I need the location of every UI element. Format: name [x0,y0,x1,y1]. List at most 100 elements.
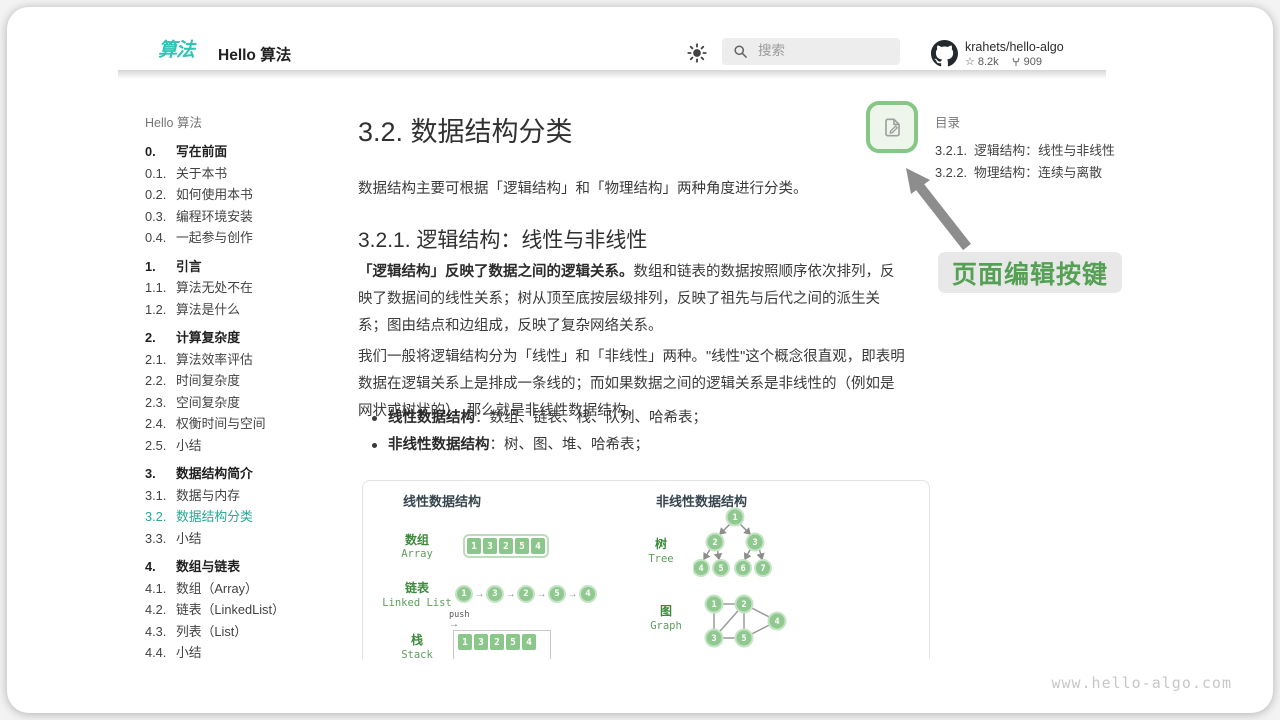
sidebar-heading: Hello 算法 [145,112,345,131]
linked-list-graphic: 1 3 2 5 4 [455,585,597,603]
graph-graphic: 1 2 3 5 4 [698,586,793,656]
repo-stats: ☆ 8.2k 909 [965,55,1042,68]
array-sublabel: Array [362,548,472,560]
sidebar-item[interactable]: 4.1.数组（Array） [145,578,345,600]
github-repo-link[interactable]: krahets/hello-algo ☆ 8.2k 909 [931,39,1101,69]
stack-cell: 5 [506,634,520,650]
array-cell: 5 [515,538,529,554]
tree-node: 4 [698,564,703,574]
annotation-arrow-icon [890,158,982,256]
list-item: 非线性数据结构：树、图、堆、哈希表； [372,437,912,453]
list-node: 4 [579,585,597,603]
graph-label: 图 [636,602,696,619]
sidebar-item[interactable]: 0.2.如何使用本书 [145,184,345,206]
stack-cell: 1 [458,634,472,650]
sidebar-item[interactable]: 2.1.算法效率评估 [145,349,345,371]
graph-node: 3 [711,634,716,644]
data-structure-figure: 线性数据结构 非线性数据结构 数组 Array 13254 链表 Linked … [362,480,930,659]
site-title[interactable]: Hello 算法 [218,43,291,65]
figure-left-title: 线性数据结构 [403,491,481,510]
sidebar-item[interactable]: 3.数据结构简介 [145,463,345,485]
list-item: 线性数据结构：数组、链表、栈、队列、哈希表； [372,410,912,426]
toc-heading: 目录 [935,112,1135,131]
sidebar-item[interactable]: 0.写在前面 [145,141,345,163]
fork-count: 909 [1024,56,1042,68]
list-node: 3 [486,585,504,603]
brightness-icon [686,42,708,64]
sidebar-item[interactable]: 3.1.数据与内存 [145,485,345,507]
page-title: 3.2. 数据结构分类 [358,110,573,149]
search-icon [733,44,748,59]
sidebar-item[interactable]: 3.3.小结 [145,528,345,550]
arrow-icon [473,589,486,600]
sidebar-item[interactable]: 4.2.链表（LinkedList） [145,599,345,621]
array-cell: 1 [467,538,481,554]
stack-cell: 2 [490,634,504,650]
sidebar-item[interactable]: 0.1.关于本书 [145,163,345,185]
tree-node: 1 [732,513,737,523]
paragraph-bold-lead: 「逻辑结构」反映了数据之间的逻辑关系。 [358,264,634,280]
star-count: 8.2k [978,56,999,68]
watermark: www.hello-algo.com [1051,674,1232,692]
stack-cell: 4 [522,634,536,650]
sidebar-item[interactable]: 2.4.权衡时间与空间 [145,413,345,435]
sidebar-item[interactable]: 2.2.时间复杂度 [145,370,345,392]
sidebar-item[interactable]: 1.1.算法无处不在 [145,277,345,299]
stack-cell: 3 [474,634,488,650]
arrow-icon [504,589,517,600]
sidebar-list: 0.写在前面 0.1.关于本书 0.2.如何使用本书 0.3.编程环境安装 0.… [145,141,345,664]
graph-node: 2 [741,600,746,610]
array-cell: 4 [531,538,545,554]
sidebar-item[interactable]: 4.3.列表（List） [145,621,345,643]
sidebar-item[interactable]: 1.引言 [145,256,345,278]
sidebar-item[interactable]: 2.5.小结 [145,435,345,457]
graph-node: 5 [741,634,746,644]
array-graphic: 13254 [463,534,549,558]
annotation-label: 页面编辑按键 [938,252,1122,293]
sidebar-item[interactable]: 0.4.一起参与创作 [145,227,345,249]
array-cell: 2 [499,538,513,554]
array-label: 数组 [387,531,447,548]
tree-node: 2 [712,538,717,548]
tree-node: 7 [760,564,765,574]
search-input[interactable] [756,42,895,59]
star-icon: ☆ [965,55,975,68]
sidebar-nav: Hello 算法 0.写在前面 0.1.关于本书 0.2.如何使用本书 0.3.… [145,112,345,664]
github-icon [931,40,958,67]
sidebar-item[interactable]: 3.2.数据结构分类 [145,506,345,528]
sidebar-item[interactable]: 1.2.算法是什么 [145,299,345,321]
header-shadow-divider [118,70,1106,79]
sidebar-item[interactable]: 2.计算复杂度 [145,327,345,349]
list-label: 链表 [387,579,447,596]
graph-node: 1 [711,600,716,610]
sidebar-item[interactable]: 4.4.小结 [145,642,345,664]
sidebar-item[interactable]: 4.数组与链表 [145,556,345,578]
edit-page-icon [881,116,904,139]
edit-page-button[interactable] [866,101,918,153]
stack-label: 栈 [387,631,447,648]
arrow-icon [566,589,579,600]
push-arrow-icon [449,619,459,630]
tree-node: 6 [740,564,745,574]
search-box[interactable] [722,38,900,65]
tree-node: 5 [718,564,723,574]
arrow-icon [535,589,548,600]
array-cell: 3 [483,538,497,554]
section-heading: 3.2.1. 逻辑结构：线性与非线性 [358,224,647,254]
sidebar-item[interactable]: 2.3.空间复杂度 [145,392,345,414]
sidebar-item[interactable]: 0.3.编程环境安装 [145,206,345,228]
list-node: 2 [517,585,535,603]
stack-graphic: 13254 [453,630,551,659]
intro-paragraph: 数据结构主要可根据「逻辑结构」和「物理结构」两种角度进行分类。 [358,176,906,203]
fork-icon [1011,56,1021,68]
window: 算法 Hello 算法 krahets/hello-algo ☆ 8.2k [0,0,1280,720]
graph-node: 4 [774,617,779,627]
theme-toggle-button[interactable] [686,42,708,64]
tree-node: 3 [752,538,757,548]
logic-structure-paragraph: 「逻辑结构」反映了数据之间的逻辑关系。数组和链表的数据按照顺序依次排列，反映了数… [358,259,908,340]
bullet-list: 线性数据结构：数组、链表、栈、队列、哈希表； 非线性数据结构：树、图、堆、哈希表… [372,410,912,464]
site-logo-icon[interactable]: 算法 [158,38,194,64]
repo-name: krahets/hello-algo [965,40,1064,54]
tree-label: 树 [631,535,691,552]
list-node: 1 [455,585,473,603]
